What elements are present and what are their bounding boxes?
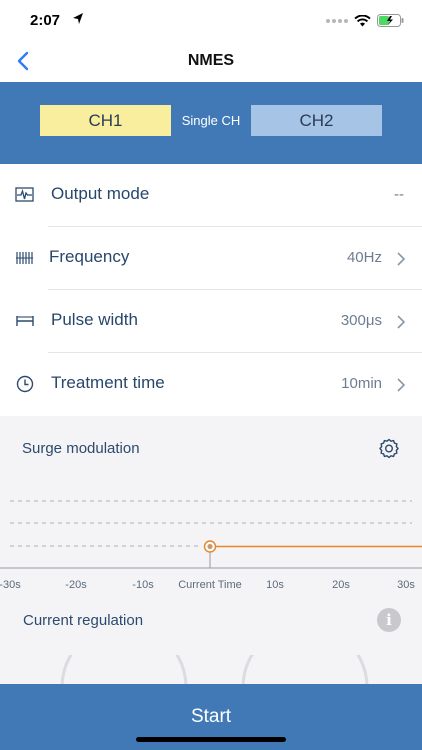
- ch2-button[interactable]: CH2: [251, 105, 382, 136]
- tick-label: 10s: [266, 579, 284, 591]
- tick-label: -30s: [0, 579, 21, 591]
- pulse-width-icon: [16, 316, 34, 326]
- frequency-row[interactable]: Frequency 40Hz: [0, 227, 422, 290]
- status-indicators: [326, 14, 404, 27]
- page-title: NMES: [187, 52, 235, 69]
- ch1-button[interactable]: CH1: [40, 105, 171, 136]
- ch2-dial: [241, 655, 369, 687]
- waveform-icon: [15, 187, 34, 202]
- single-ch-label: Single CH: [181, 113, 241, 128]
- home-indicator: [136, 737, 286, 742]
- signal-icon: [326, 18, 348, 23]
- output-mode-value: --: [394, 186, 404, 203]
- surge-chart: -30s -20s -10s Current Time 10s 20s 30s: [0, 500, 422, 591]
- clock-icon: [16, 375, 34, 393]
- surge-point-core: [207, 543, 213, 550]
- ch1-dial: [60, 655, 188, 687]
- start-label: Start: [190, 706, 232, 727]
- tick-label: Current Time: [178, 579, 242, 591]
- tick-label: 30s: [397, 579, 415, 591]
- tick-label: 20s: [332, 579, 350, 591]
- tick-label: -10s: [132, 579, 154, 591]
- battery-icon: [377, 14, 404, 27]
- treatment-time-value: 10min: [341, 375, 382, 392]
- chevron-right-icon: [397, 378, 406, 392]
- treatment-time-label: Treatment time: [51, 373, 165, 392]
- frequency-label: Frequency: [49, 247, 130, 266]
- gear-icon[interactable]: [377, 437, 401, 461]
- chevron-right-icon: [397, 252, 406, 266]
- pulse-width-row[interactable]: Pulse width 300μs: [0, 290, 422, 353]
- channel-selector: CH1 Single CH CH2: [0, 82, 422, 164]
- pulse-width-label: Pulse width: [51, 310, 138, 329]
- chevron-right-icon: [397, 315, 406, 329]
- navigation-bar: NMES: [0, 42, 422, 82]
- current-dials: [60, 655, 369, 687]
- treatment-time-row[interactable]: Treatment time 10min: [0, 353, 422, 416]
- output-mode-row[interactable]: Output mode --: [0, 164, 422, 227]
- status-time: 2:07: [30, 12, 61, 29]
- pulse-width-value: 300μs: [340, 312, 382, 329]
- location-arrow-icon: [73, 13, 83, 24]
- surge-modulation-label: Surge modulation: [22, 440, 140, 457]
- current-regulation-label: Current regulation: [23, 612, 144, 629]
- frequency-value: 40Hz: [346, 249, 382, 266]
- wifi-icon: [354, 14, 371, 26]
- settings-list: Output mode -- Frequency 40Hz Pulse widt…: [0, 164, 422, 416]
- info-icon[interactable]: i: [377, 608, 401, 632]
- output-mode-label: Output mode: [51, 184, 150, 203]
- status-bar: 2:07: [0, 0, 422, 42]
- tick-label: -20s: [65, 579, 87, 591]
- frequency-icon: [16, 252, 33, 264]
